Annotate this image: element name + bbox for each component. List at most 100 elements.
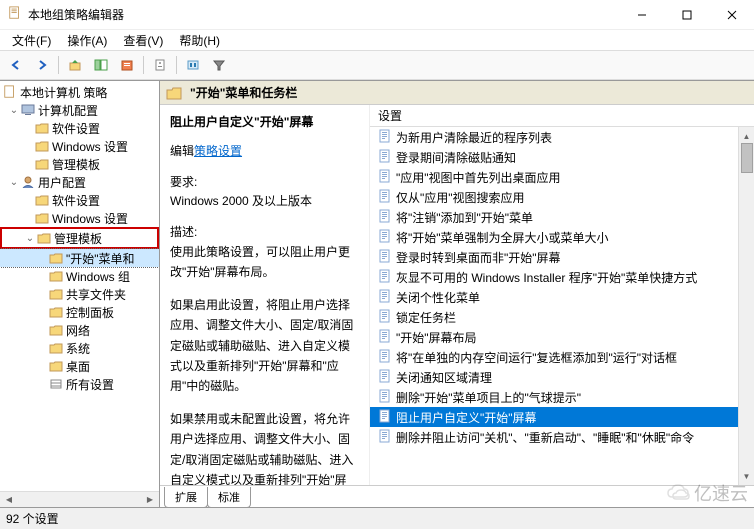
tree-system[interactable]: 系统	[0, 339, 159, 357]
list-item[interactable]: 仅从"应用"视图搜索应用	[370, 187, 754, 207]
scroll-up-icon[interactable]: ▲	[740, 129, 754, 143]
description-text-2: 如果启用此设置，将阻止用户选择应用、调整文件大小、固定/取消固定磁贴或辅助磁贴、…	[170, 295, 361, 397]
list-item[interactable]: 锁定任务栏	[370, 307, 754, 327]
tree-start-menu-taskbar[interactable]: "开始"菜单和	[0, 249, 159, 267]
menu-view[interactable]: 查看(V)	[117, 30, 169, 51]
policy-icon	[378, 189, 392, 206]
tab-extended[interactable]: 扩展	[164, 487, 208, 508]
tree-computer-config[interactable]: ⌄计算机配置	[0, 101, 159, 119]
tree-network[interactable]: 网络	[0, 321, 159, 339]
minimize-button[interactable]	[619, 0, 664, 30]
title-bar: 本地组策略编辑器	[0, 0, 754, 30]
tab-standard[interactable]: 标准	[207, 487, 251, 508]
list-item[interactable]: 登录时转到桌面而非"开始"屏幕	[370, 247, 754, 267]
description-text-3: 如果禁用或未配置此设置，将允许用户选择应用、调整文件大小、固定/取消固定磁贴或辅…	[170, 409, 361, 485]
collapse-icon[interactable]: ⌄	[8, 105, 20, 116]
list-item-label: 关闭个性化菜单	[396, 289, 480, 306]
policy-icon	[378, 409, 392, 426]
tree-user-software[interactable]: 软件设置	[0, 191, 159, 209]
tree-comp-software[interactable]: 软件设置	[0, 119, 159, 137]
list-v-scrollbar[interactable]: ▲ ▼	[738, 127, 754, 485]
list-item-label: 灰显不可用的 Windows Installer 程序"开始"菜单快捷方式	[396, 269, 697, 286]
list-item-label: 阻止用户自定义"开始"屏幕	[396, 409, 537, 426]
policy-icon	[378, 329, 392, 346]
tree-desktop[interactable]: 桌面	[0, 357, 159, 375]
list-item[interactable]: 关闭通知区域清理	[370, 367, 754, 387]
policy-icon	[378, 249, 392, 266]
scroll-right-icon[interactable]: ▶	[143, 493, 157, 507]
tree-control-panel[interactable]: 控制面板	[0, 303, 159, 321]
description-text-1: 使用此策略设置，可以阻止用户更改"开始"屏幕布局。	[170, 242, 361, 283]
list-header[interactable]: 设置	[370, 105, 754, 127]
list-item[interactable]: 灰显不可用的 Windows Installer 程序"开始"菜单快捷方式	[370, 267, 754, 287]
tree-all-settings[interactable]: 所有设置	[0, 375, 159, 393]
properties-button[interactable]	[148, 53, 172, 77]
scrollbar-thumb[interactable]	[741, 143, 753, 173]
column-setting: 设置	[378, 107, 402, 124]
view-tabs: 扩展 标准	[160, 485, 754, 507]
close-button[interactable]	[709, 0, 754, 30]
export-list-button[interactable]	[115, 53, 139, 77]
list-item[interactable]: 登录期间清除磁贴通知	[370, 147, 754, 167]
tree-shared-folders[interactable]: 共享文件夹	[0, 285, 159, 303]
policy-icon	[378, 389, 392, 406]
list-item[interactable]: "应用"视图中首先列出桌面应用	[370, 167, 754, 187]
list-item[interactable]: 删除"开始"菜单项目上的"气球提示"	[370, 387, 754, 407]
list-item[interactable]: 将"注销"添加到"开始"菜单	[370, 207, 754, 227]
tree-comp-windows[interactable]: Windows 设置	[0, 137, 159, 155]
policy-icon	[378, 349, 392, 366]
description-label: 描述:	[170, 223, 361, 240]
settings-list-pane: 设置 为新用户清除最近的程序列表登录期间清除磁贴通知"应用"视图中首先列出桌面应…	[370, 105, 754, 485]
list-item-label: 登录期间清除磁贴通知	[396, 149, 516, 166]
policy-title: 阻止用户自定义"开始"屏幕	[170, 113, 361, 130]
description-pane: 阻止用户自定义"开始"屏幕 编辑策略设置 要求: Windows 2000 及以…	[160, 105, 370, 485]
tree-h-scrollbar[interactable]: ◀ ▶	[0, 491, 159, 507]
filter-options-button[interactable]	[181, 53, 205, 77]
folder-icon	[166, 86, 182, 100]
tree-root[interactable]: 本地计算机 策略	[0, 83, 159, 101]
tree-user-windows[interactable]: Windows 设置	[0, 209, 159, 227]
list-item[interactable]: 阻止用户自定义"开始"屏幕	[370, 407, 754, 427]
tree-comp-admin[interactable]: 管理模板	[0, 155, 159, 173]
menu-help[interactable]: 帮助(H)	[173, 30, 226, 51]
up-button[interactable]	[63, 53, 87, 77]
collapse-icon[interactable]: ⌄	[24, 233, 36, 244]
window-title: 本地组策略编辑器	[28, 6, 124, 23]
policy-icon	[378, 169, 392, 186]
list-item[interactable]: 将"开始"菜单强制为全屏大小或菜单大小	[370, 227, 754, 247]
policy-icon	[378, 309, 392, 326]
maximize-button[interactable]	[664, 0, 709, 30]
watermark: 亿速云	[666, 480, 748, 506]
back-button[interactable]	[4, 53, 28, 77]
list-item[interactable]: 将"在单独的内存空间运行"复选框添加到"运行"对话框	[370, 347, 754, 367]
scroll-left-icon[interactable]: ◀	[2, 493, 16, 507]
tree-user-admin[interactable]: ⌄管理模板	[2, 229, 157, 247]
list-item-label: 将"开始"菜单强制为全屏大小或菜单大小	[396, 229, 609, 246]
highlight-box: ⌄管理模板	[0, 227, 159, 249]
policy-icon	[378, 149, 392, 166]
list-item[interactable]: 为新用户清除最近的程序列表	[370, 127, 754, 147]
menu-action[interactable]: 操作(A)	[61, 30, 113, 51]
policy-icon	[378, 429, 392, 446]
list-item-label: 仅从"应用"视图搜索应用	[396, 189, 525, 206]
policy-icon	[378, 209, 392, 226]
show-hide-tree-button[interactable]	[89, 53, 113, 77]
tree-pane: 本地计算机 策略 ⌄计算机配置 软件设置 Windows 设置 管理模板 ⌄用户…	[0, 81, 160, 507]
forward-button[interactable]	[30, 53, 54, 77]
filter-on-button[interactable]	[207, 53, 231, 77]
list-item[interactable]: "开始"屏幕布局	[370, 327, 754, 347]
list-item-label: 登录时转到桌面而非"开始"屏幕	[396, 249, 561, 266]
list-item[interactable]: 删除并阻止访问"关机"、"重新启动"、"睡眠"和"休眠"命令	[370, 427, 754, 447]
edit-policy-link[interactable]: 策略设置	[194, 144, 242, 158]
tree-user-config[interactable]: ⌄用户配置	[0, 173, 159, 191]
list-item-label: 删除并阻止访问"关机"、"重新启动"、"睡眠"和"休眠"命令	[396, 429, 694, 446]
list-item[interactable]: 关闭个性化菜单	[370, 287, 754, 307]
tree-windows-components[interactable]: Windows 组	[0, 267, 159, 285]
collapse-icon[interactable]: ⌄	[8, 177, 20, 188]
list-item-label: "开始"屏幕布局	[396, 329, 477, 346]
requirement-label: 要求:	[170, 173, 361, 190]
list-item-label: 关闭通知区域清理	[396, 369, 492, 386]
menu-file[interactable]: 文件(F)	[6, 30, 57, 51]
policy-icon	[378, 269, 392, 286]
policy-icon	[378, 129, 392, 146]
